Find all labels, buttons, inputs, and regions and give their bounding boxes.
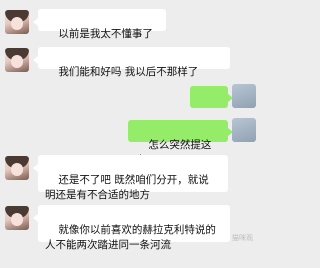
message-row: 怎么突然提这个 <box>0 118 259 166</box>
message-bubble[interactable]: 以前是我太不懂事了 <box>38 9 166 40</box>
message-bubble[interactable]: 我们能和好吗 我以后不那样了 <box>38 47 230 78</box>
message-text: 以前是我太不懂事了 <box>58 28 153 40</box>
message-bubble[interactable]: 就像你以前喜欢的赫拉克利特说的 人不能两次踏进同一条河流 <box>38 205 230 251</box>
message-text: 就像你以前喜欢的赫拉克利特说的 人不能两次踏进同一条河流 <box>45 224 216 251</box>
message-bubble[interactable]: 还是不了吧 既然咱们分开，就说 明还是有不合适的地方 <box>38 155 228 201</box>
message-text: 我们能和好吗 我以后不那样了 <box>58 66 199 78</box>
contact-avatar[interactable] <box>5 156 29 180</box>
contact-avatar[interactable] <box>5 206 29 230</box>
message-text: 还是不了吧 既然咱们分开，就说 明还是有不合适的地方 <box>45 174 209 201</box>
watermark: 猫咪观 <box>232 234 253 242</box>
message-row: 我们能和好吗 我以后不那样了 <box>0 44 259 78</box>
message-row: 就像你以前喜欢的赫拉克利特说的 人不能两次踏进同一条河流 <box>0 202 259 251</box>
user-avatar[interactable] <box>232 118 256 142</box>
message-bubble[interactable]: …… <box>190 86 228 132</box>
contact-avatar[interactable] <box>5 48 29 72</box>
message-bubble[interactable]: 怎么突然提这个 <box>128 120 228 166</box>
message-row: 以前是我太不懂事了 <box>0 6 259 40</box>
message-row: 还是不了吧 既然咱们分开，就说 明还是有不合适的地方 <box>0 152 259 201</box>
user-avatar[interactable] <box>232 84 256 108</box>
message-row: …… <box>0 84 259 132</box>
contact-avatar[interactable] <box>5 10 29 34</box>
